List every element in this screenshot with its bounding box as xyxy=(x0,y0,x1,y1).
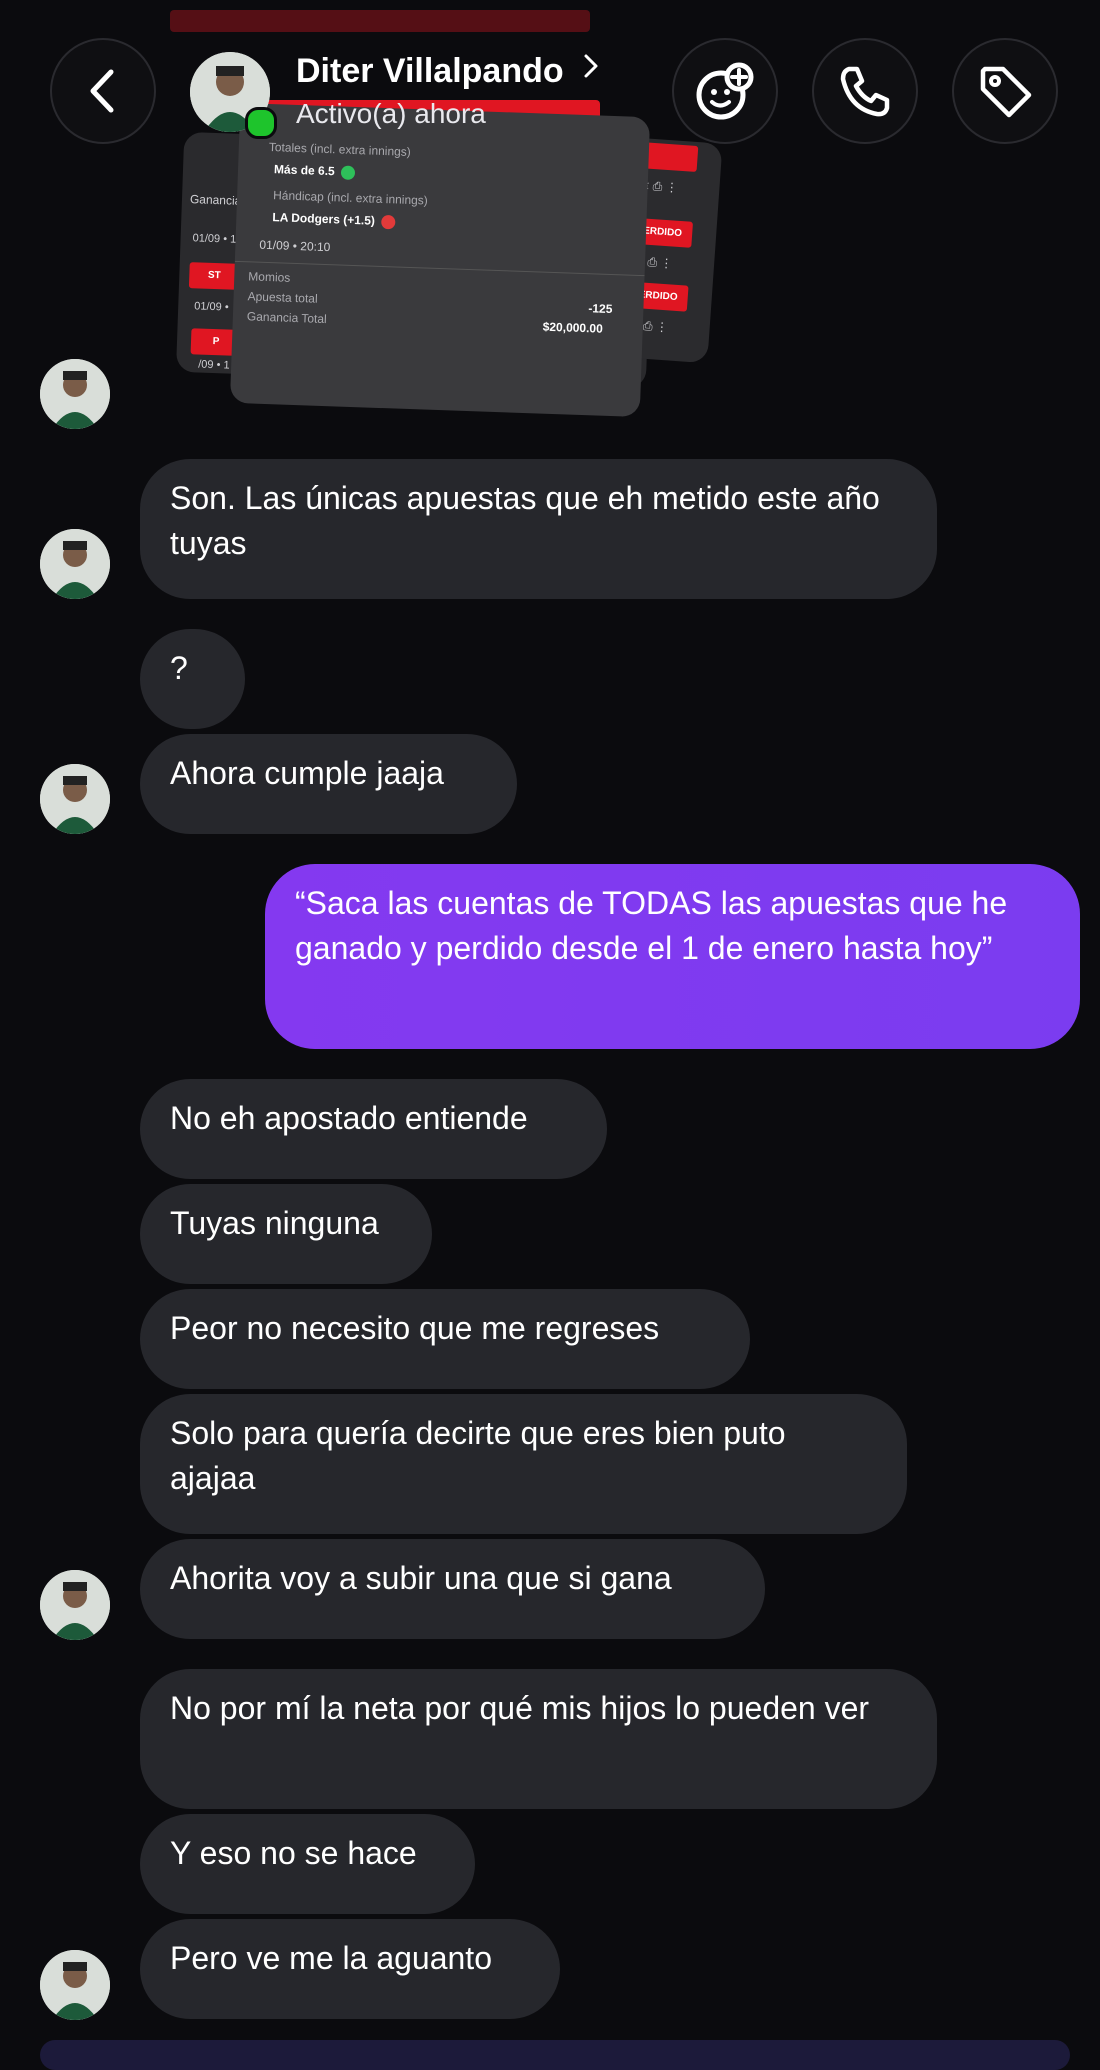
message-bubble[interactable]: No por mí la neta por qué mis hijos lo p… xyxy=(140,1669,937,1809)
bet-market-label: Totales (incl. extra innings) xyxy=(268,139,412,159)
back-card-badge: ST xyxy=(188,262,240,290)
sticker-add-icon xyxy=(696,62,754,120)
odds-value: -125 xyxy=(588,301,613,317)
back-card-label: Ganancia xyxy=(189,192,242,208)
contact-name[interactable]: Diter Villalpando xyxy=(296,52,601,91)
message-bubble[interactable]: Pero ve me la aguanto xyxy=(140,1919,560,2019)
back-card-label: 01/09 • xyxy=(194,300,229,314)
back-card-label: 01/09 • 1 xyxy=(192,232,237,246)
message-bubble[interactable]: Ahorita voy a subir una que si gana xyxy=(140,1539,765,1639)
back-card-badge-label: P xyxy=(212,335,220,348)
avatar-photo xyxy=(40,359,110,429)
bet-selection-text: LA Dodgers (+1.5) xyxy=(272,210,376,228)
sticker-button[interactable] xyxy=(672,38,778,144)
back-button[interactable] xyxy=(50,38,156,144)
avatar[interactable] xyxy=(40,764,110,834)
stake-label: Apuesta total xyxy=(247,289,318,306)
message-bubble[interactable]: Ahora cumple jaaja xyxy=(140,734,517,834)
message-bubble[interactable]: Solo para quería decirte que eres bien p… xyxy=(140,1394,907,1534)
next-message-edge xyxy=(40,2040,1070,2070)
bet-selection-text: Más de 6.5 xyxy=(273,162,335,179)
online-status-indicator xyxy=(245,107,277,139)
bet-card-front: Totales (incl. extra innings) Más de 6.5… xyxy=(229,102,651,418)
bet-selection: Más de 6.5 xyxy=(274,162,355,180)
message-bubble[interactable]: Peor no necesito que me regreses xyxy=(140,1289,750,1389)
message-text: Solo para quería decirte que eres bien p… xyxy=(170,1415,786,1496)
back-card-badge-label: ST xyxy=(207,269,221,282)
check-icon xyxy=(340,165,355,180)
message-bubble[interactable]: Y eso no se hace xyxy=(140,1814,475,1914)
tag-button[interactable] xyxy=(952,38,1058,144)
bet-market-label: Hándicap (incl. extra innings) xyxy=(272,188,429,208)
avatar-photo xyxy=(40,529,110,599)
avatar-photo xyxy=(40,764,110,834)
bet-datetime: 01/09 • 20:10 xyxy=(259,237,331,255)
message-text: ? xyxy=(170,650,188,686)
message-text: Pero ve me la aguanto xyxy=(170,1940,492,1976)
message-bubble[interactable]: No eh apostado entiende xyxy=(140,1079,607,1179)
tag-icon xyxy=(980,66,1032,118)
contact-status: Activo(a) ahora xyxy=(296,98,486,129)
chevron-right-icon xyxy=(584,54,598,78)
message-text: Tuyas ninguna xyxy=(170,1205,379,1241)
call-button[interactable] xyxy=(812,38,918,144)
message-text: No eh apostado entiende xyxy=(170,1100,528,1136)
avatar-photo xyxy=(40,1950,110,2020)
bet-selection: LA Dodgers (+1.5) xyxy=(272,210,396,230)
blurred-red-bar xyxy=(170,10,590,32)
x-icon xyxy=(380,214,396,230)
message-text: No por mí la neta por qué mis hijos lo p… xyxy=(170,1690,870,1726)
message-bubble[interactable]: ? xyxy=(140,629,245,729)
message-text: Y eso no se hace xyxy=(170,1835,417,1871)
back-chevron-icon xyxy=(90,69,114,113)
message-text: Son. Las únicas apuestas que eh metido e… xyxy=(170,480,880,561)
message-bubble[interactable]: Tuyas ninguna xyxy=(140,1184,432,1284)
divider xyxy=(234,260,645,277)
message-bubble[interactable]: Son. Las únicas apuestas que eh metido e… xyxy=(140,459,937,599)
phone-icon xyxy=(840,66,890,117)
avatar[interactable] xyxy=(40,359,110,429)
message-bubble-outgoing[interactable]: “Saca las cuentas de TODAS las apuestas … xyxy=(265,864,1080,1049)
avatar-photo xyxy=(40,1570,110,1640)
winnings-label: Ganancia Total xyxy=(246,309,327,327)
back-card-label: /09 • 1 xyxy=(198,358,230,372)
message-text: Ahora cumple jaaja xyxy=(170,755,444,791)
message-text: “Saca las cuentas de TODAS las apuestas … xyxy=(295,885,1008,966)
avatar[interactable] xyxy=(40,1570,110,1640)
odds-label: Momios xyxy=(248,269,291,285)
avatar[interactable] xyxy=(40,1950,110,2020)
contact-name-text: Diter Villalpando xyxy=(296,52,564,90)
avatar[interactable] xyxy=(40,529,110,599)
message-text: Ahorita voy a subir una que si gana xyxy=(170,1560,672,1596)
message-text: Peor no necesito que me regreses xyxy=(170,1310,660,1346)
winnings-value: $20,000.00 xyxy=(542,319,604,336)
